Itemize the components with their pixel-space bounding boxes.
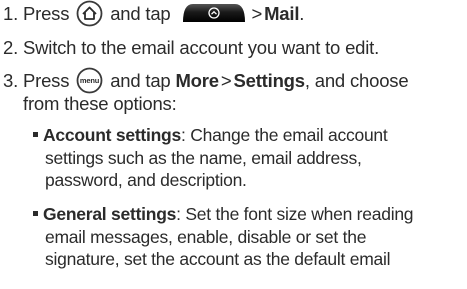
step-text: , and choose [304,70,409,91]
period: . [299,3,305,24]
step-text: Switch to the email account you want to … [22,37,380,58]
launcher-icon [181,2,247,24]
more-label: More [175,70,219,91]
instruction-page: 1. Press and tap > Mail. 2. Switch to th… [0,0,467,289]
step-text: Press [22,70,70,91]
option-line: Account settings: Change the email accou… [31,124,388,147]
arrow-symbol: > [220,70,232,91]
bullet-icon [33,211,38,217]
step-number: 3. [3,70,19,91]
option-text: : Set the font size when reading [176,204,414,224]
option-text: : Change the email account [180,125,388,145]
option-line: password, and description. [45,170,247,190]
step-2: 2. Switch to the email account you want … [3,36,379,60]
step-number: 1. [3,3,19,24]
step-number: 2. [3,37,19,58]
option-line: email messages, enable, disable or set t… [45,226,367,247]
settings-label: Settings [233,70,305,91]
step-text: and tap [110,70,171,91]
step-text: Press [22,3,70,24]
step-text: and tap [110,3,171,24]
mail-label: Mail [264,3,300,24]
bullet-icon [33,132,38,138]
option-line: signature, set the account as the defaul… [45,249,391,269]
option-line: settings such as the name, email address… [45,147,362,168]
step-3: 3. Press menu and tap More > Settings, and… [3,67,409,94]
menu-icon: menu [76,67,103,94]
option-account-settings: Account settings: Change the email accou… [31,124,388,192]
menu-icon-label: menu [80,76,100,85]
option-line: General settings: Set the font size when… [31,203,414,226]
option-general-settings: General settings: Set the font size when… [31,203,414,271]
home-icon [76,0,103,27]
step-1: 1. Press and tap > Mail. [3,0,305,27]
option-title: General settings [43,204,177,224]
option-title: Account settings [43,125,181,145]
step-3-continuation: from these options: [23,93,177,114]
arrow-symbol: > [251,3,263,24]
